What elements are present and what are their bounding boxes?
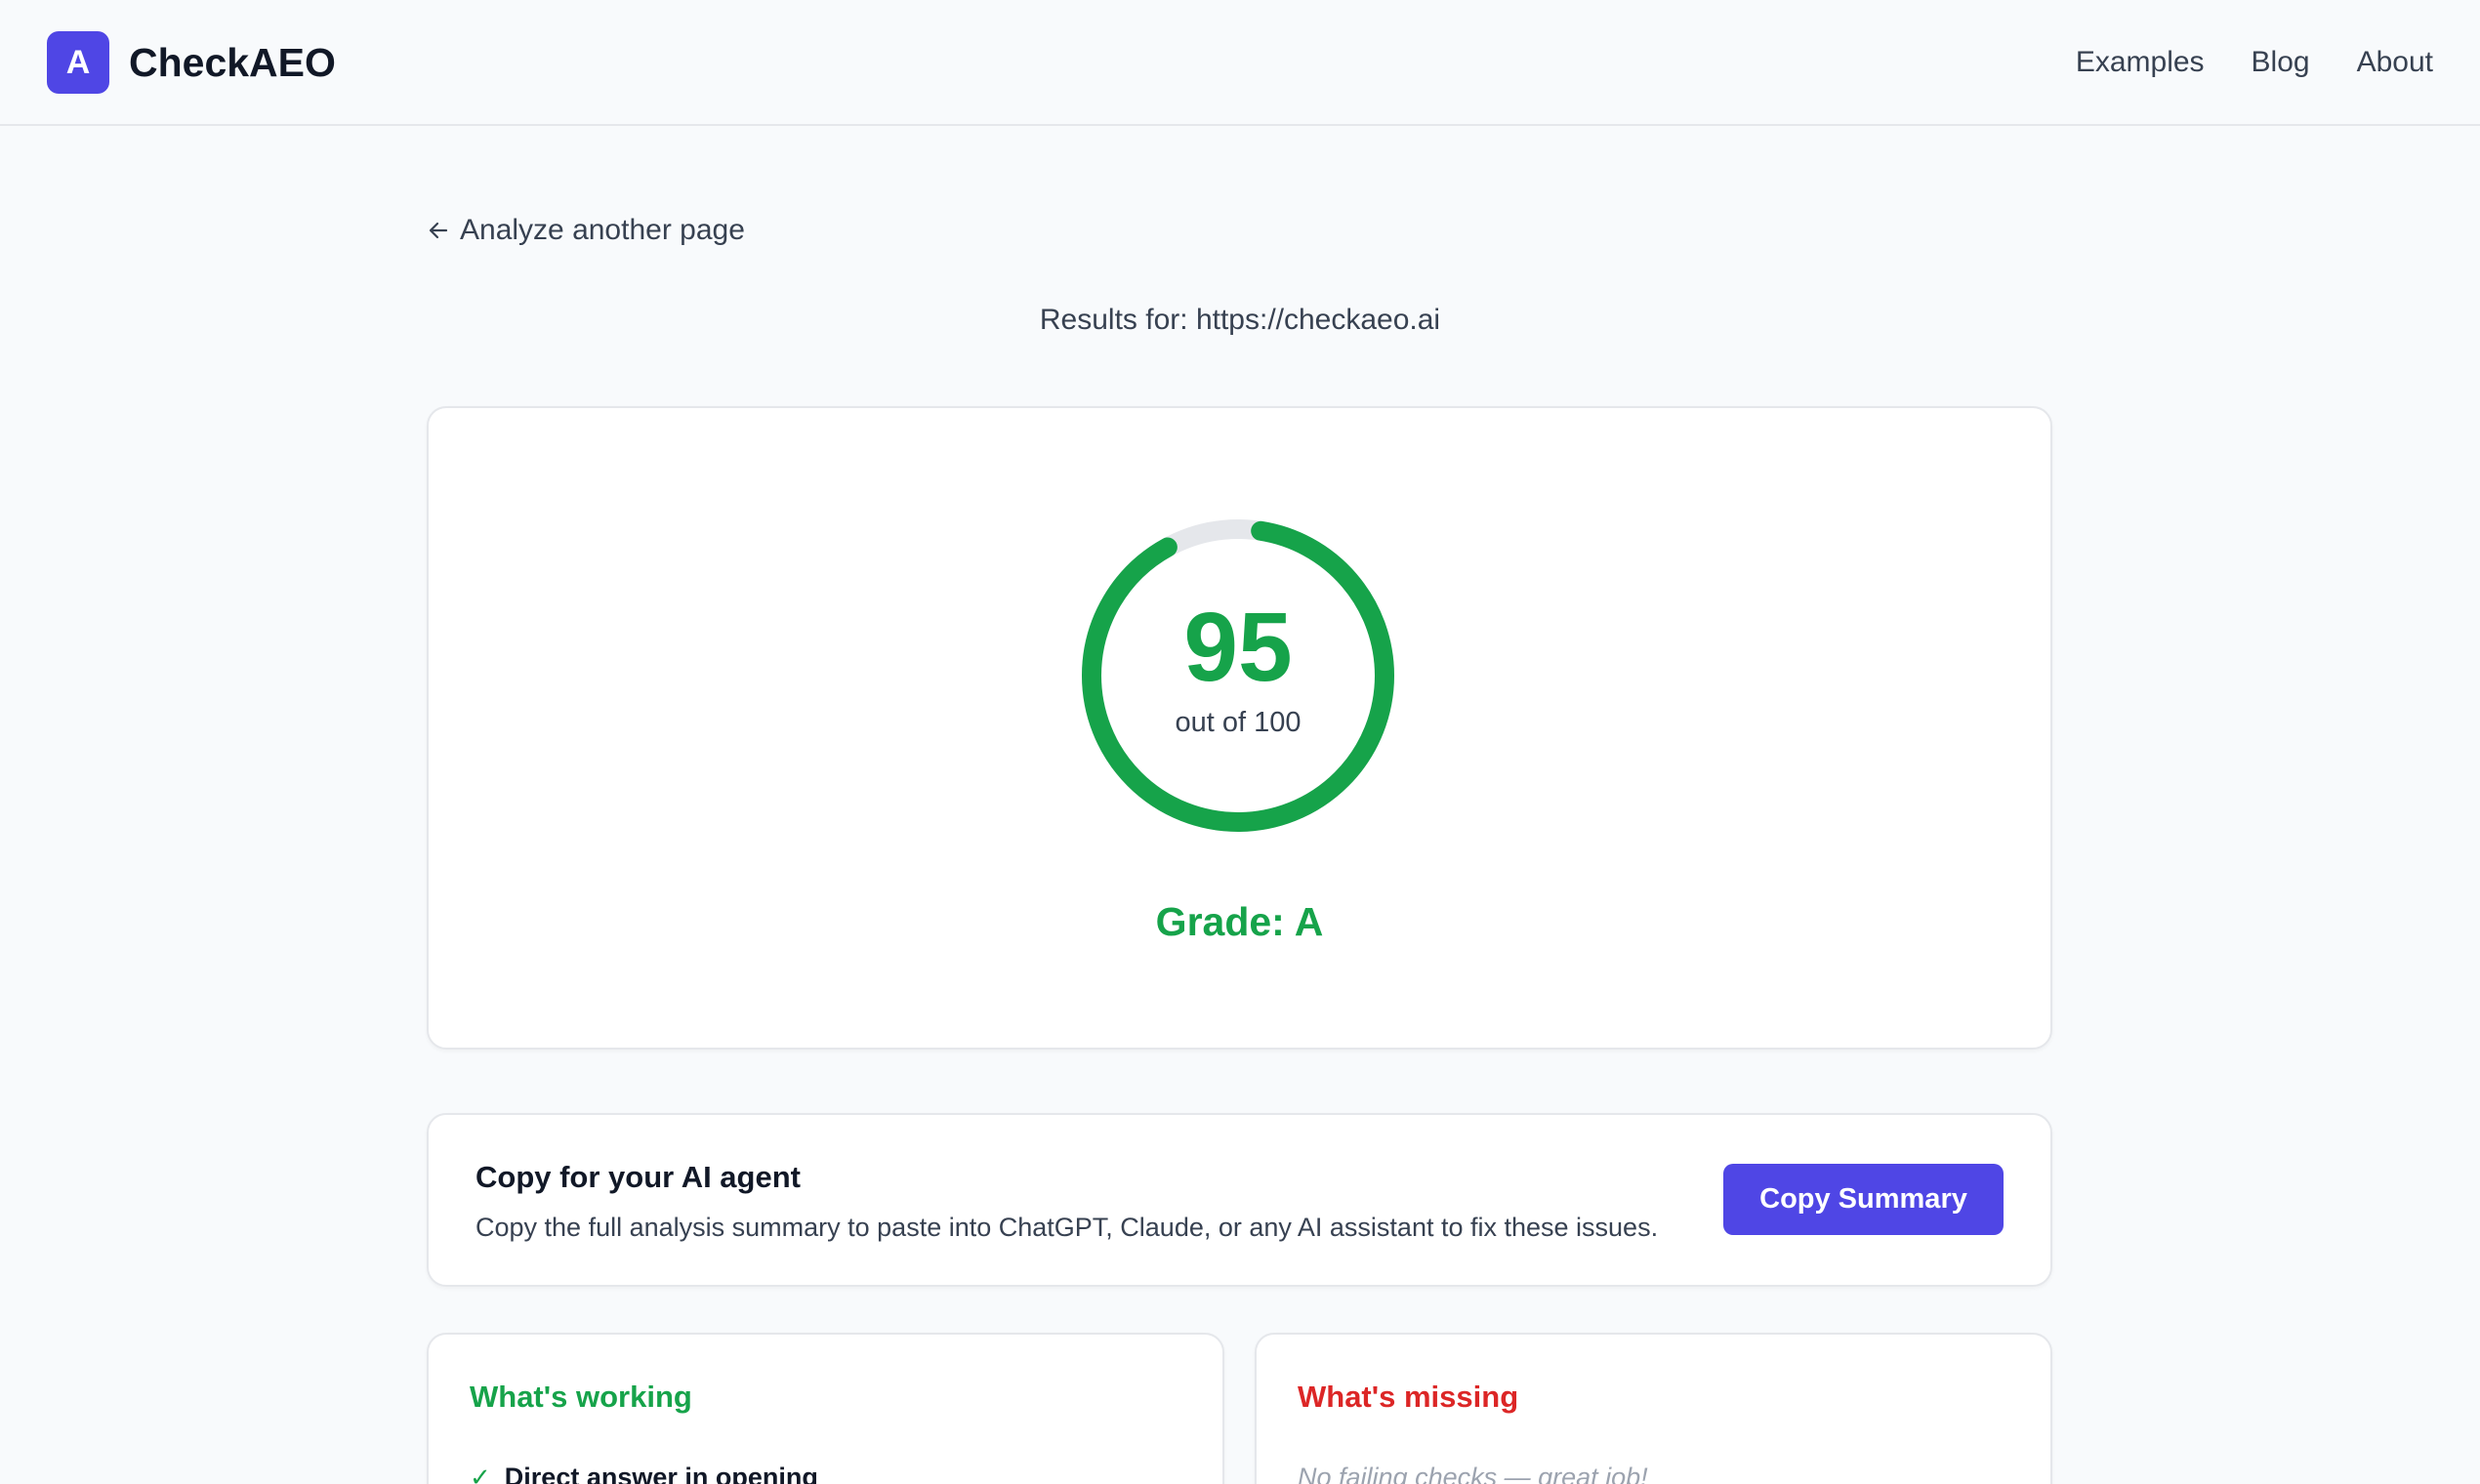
copy-for-ai-card: Copy for your AI agent Copy the full ana… [427,1113,2052,1287]
score-card: 95 out of 100 Grade: A [427,406,2052,1050]
analyze-another-link[interactable]: Analyze another page [427,211,745,250]
brand-name[interactable]: CheckAEO [129,37,336,88]
logo-mark[interactable]: A [47,31,109,94]
arrow-left-icon [429,222,448,239]
main-nav: Examples Blog About [2076,39,2433,86]
copy-card-title: Copy for your AI agent [475,1160,801,1194]
whats-missing-title: What's missing [1298,1380,1519,1414]
nav-blog[interactable]: Blog [2252,39,2310,86]
grade-label: Grade: A [1155,899,1324,944]
whats-missing-card: What's missing No failing checks — great… [1255,1333,2052,1484]
nav-about[interactable]: About [2357,39,2433,86]
copy-summary-button[interactable]: Copy Summary [1723,1164,2004,1235]
score-gauge: 95 out of 100 [1080,517,1396,834]
score-max-label: out of 100 [1175,707,1302,738]
list-item: ✓ Direct answer in opening [470,1460,818,1484]
check-icon: ✓ [470,1463,491,1484]
copy-card-description: Copy the full analysis summary to paste … [475,1213,1659,1242]
whats-working-title: What's working [470,1380,692,1414]
score-value: 95 [1183,593,1293,702]
analyze-another-label: Analyze another page [460,214,745,246]
list-item-label: Direct answer in opening [504,1463,818,1484]
results-for-url: Results for: https://checkaeo.ai [1039,304,1441,336]
nav-examples[interactable]: Examples [2076,39,2205,86]
top-header: A CheckAEO Examples Blog About [0,0,2480,126]
no-failing-checks-note: No failing checks — great job! [1298,1463,1648,1484]
whats-working-card: What's working ✓ Direct answer in openin… [427,1333,1224,1484]
